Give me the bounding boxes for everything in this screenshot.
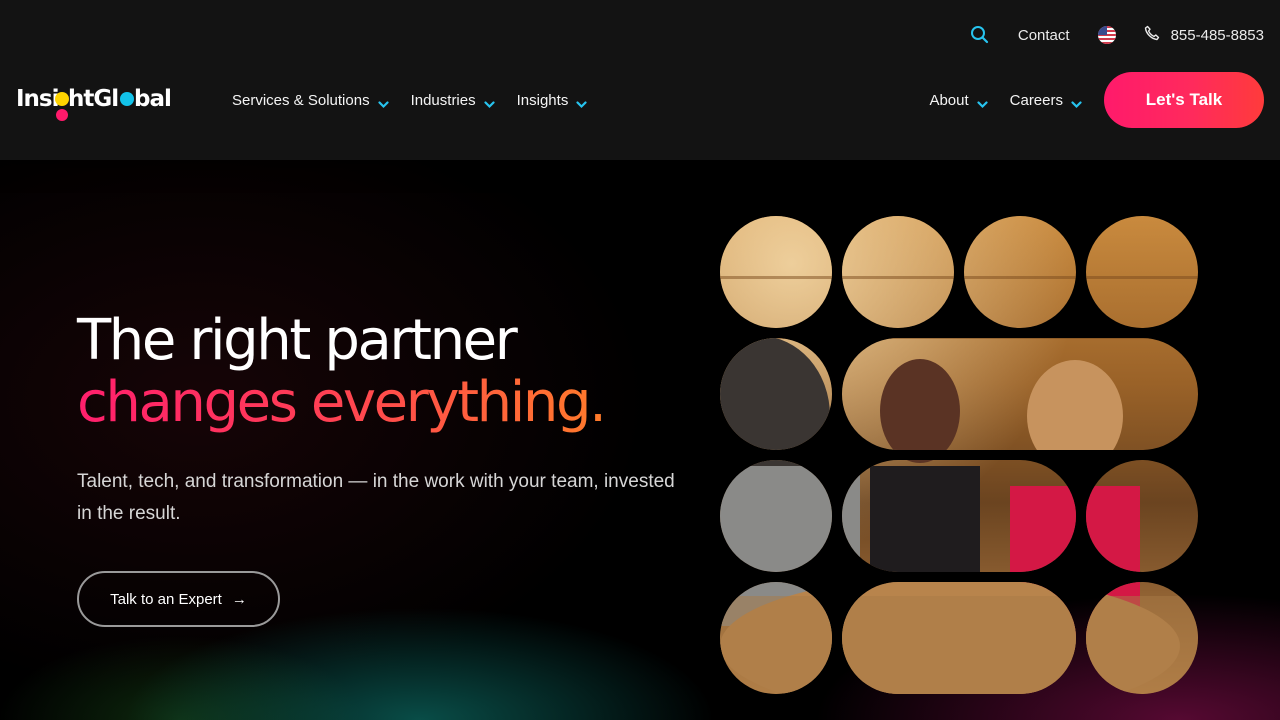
nav-label: Services & Solutions [232, 91, 370, 109]
search-icon[interactable] [970, 25, 990, 45]
chevron-down-icon [576, 96, 587, 109]
nav-services-solutions[interactable]: Services & Solutions [232, 88, 389, 112]
meeting-photo [720, 216, 1198, 694]
secondary-nav: About Careers [929, 88, 1082, 112]
hero-photo-collage [720, 216, 1198, 694]
hero-subtext: Talent, tech, and transformation — in th… [77, 471, 675, 524]
lets-talk-button[interactable]: Let's Talk [1104, 72, 1264, 128]
phone-icon [1144, 25, 1160, 45]
hero-headline: The right partner changes everything. [77, 308, 607, 435]
nav-insights[interactable]: Insights [517, 88, 588, 112]
hero-section: The right partner changes everything. Ta… [0, 160, 1280, 720]
nav-label: Careers [1009, 91, 1063, 109]
arrow-right-icon: → [231, 590, 247, 608]
site-header: Contact 855-485-8853 Insi htGl bal Servi… [0, 0, 1280, 160]
nav-label: Industries [410, 91, 476, 109]
contact-link[interactable]: Contact [1018, 27, 1070, 44]
phone-number: 855-485-8853 [1170, 26, 1264, 44]
headline-line-2: changes everything. [77, 370, 607, 435]
nav-careers[interactable]: Careers [1010, 88, 1082, 112]
primary-nav: Services & Solutions Industries Insights [232, 88, 587, 112]
chevron-down-icon [1071, 96, 1082, 109]
chevron-down-icon [484, 96, 495, 109]
svg-text:bal: bal [134, 86, 171, 112]
svg-text:htGl: htGl [68, 86, 118, 112]
nav-label: Insights [516, 91, 569, 109]
nav-label: About [929, 91, 969, 109]
button-label: Talk to an Expert [110, 590, 222, 608]
svg-text:Insi: Insi [16, 86, 59, 112]
headline-line-1: The right partner [77, 308, 518, 373]
phone-link[interactable]: 855-485-8853 [1144, 25, 1264, 45]
insight-global-logo[interactable]: Insi htGl bal [16, 82, 178, 124]
utility-bar: Contact 855-485-8853 [970, 18, 1264, 52]
nav-about[interactable]: About [929, 88, 988, 112]
us-flag-icon[interactable] [1097, 26, 1116, 44]
chevron-down-icon [377, 96, 389, 109]
nav-industries[interactable]: Industries [411, 88, 495, 112]
chevron-down-icon [977, 96, 988, 109]
talk-to-expert-button[interactable]: Talk to an Expert → [77, 571, 280, 627]
